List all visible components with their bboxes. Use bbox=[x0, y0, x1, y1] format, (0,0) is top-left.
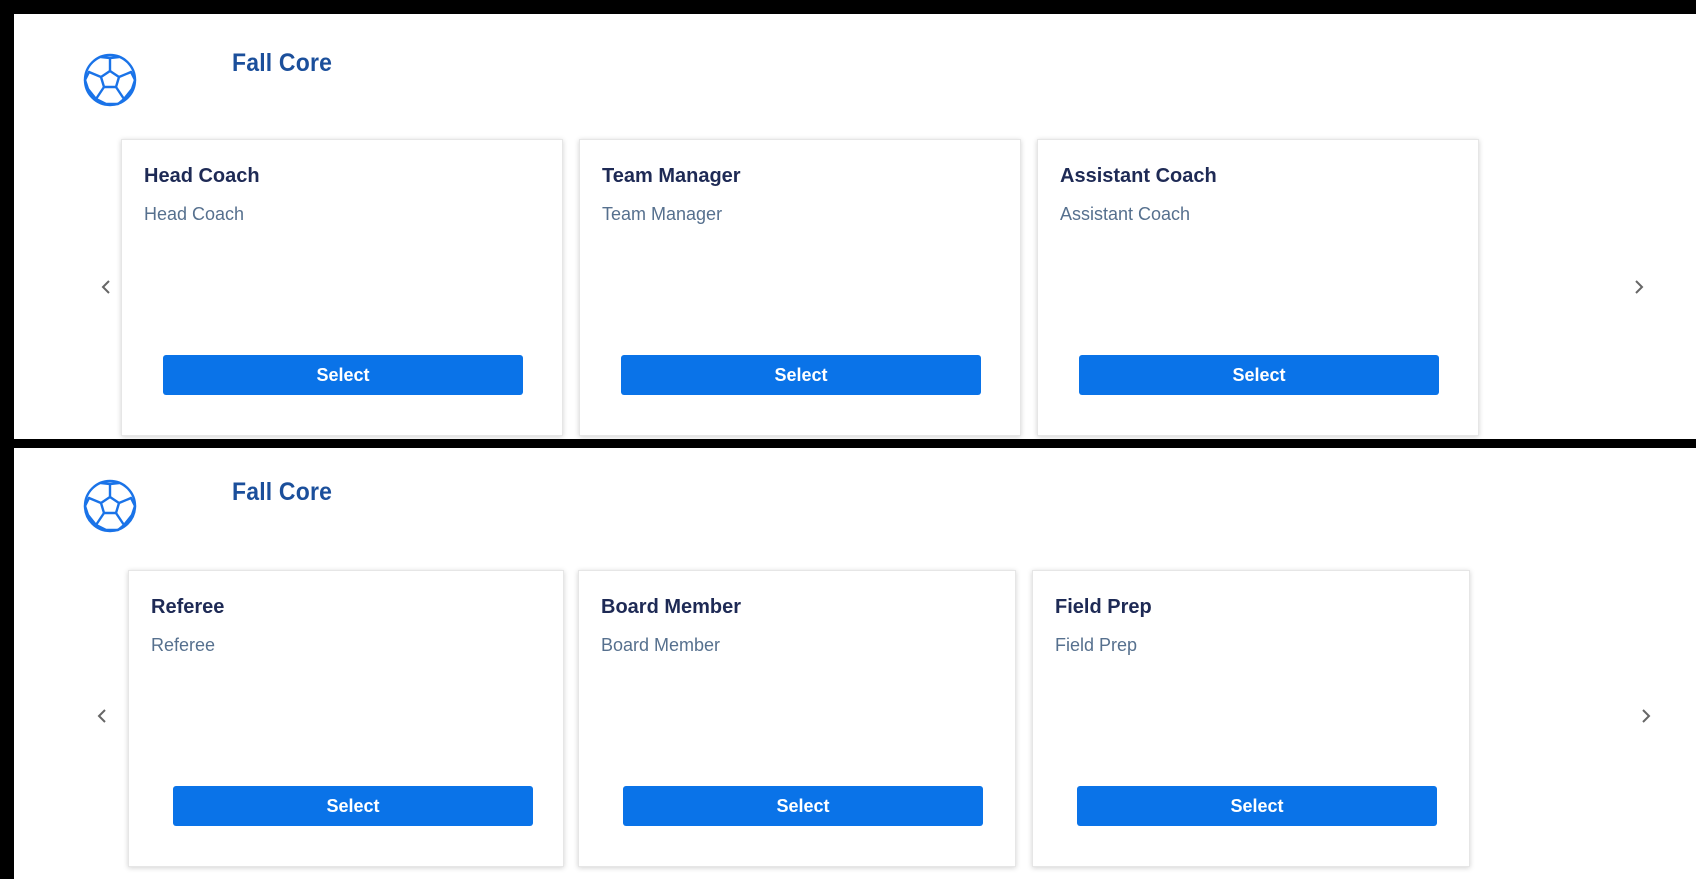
select-team-manager-button[interactable]: Select bbox=[621, 355, 981, 395]
select-field-prep-button[interactable]: Select bbox=[1077, 786, 1437, 826]
role-card-subtitle: Team Manager bbox=[602, 204, 723, 224]
carousel-next-button[interactable] bbox=[1624, 272, 1654, 302]
role-card-subtitle: Head Coach bbox=[144, 204, 245, 224]
role-card-subtitle: Referee bbox=[151, 635, 216, 655]
section-title: Fall Core bbox=[232, 49, 333, 77]
role-section-2: Fall Core Referee Referee Select Board M… bbox=[14, 448, 1696, 879]
role-card: Board Member Board Member Select bbox=[578, 570, 1016, 867]
role-card-title: Field Prep bbox=[1055, 596, 1152, 618]
role-card-title: Board Member bbox=[601, 596, 742, 618]
chevron-right-icon bbox=[1642, 709, 1651, 723]
role-card: Team Manager Team Manager Select bbox=[579, 139, 1021, 436]
soccer-ball-icon bbox=[82, 52, 138, 108]
select-assistant-coach-button[interactable]: Select bbox=[1079, 355, 1439, 395]
select-referee-button[interactable]: Select bbox=[173, 786, 533, 826]
carousel-prev-button[interactable] bbox=[91, 272, 121, 302]
role-card: Field Prep Field Prep Select bbox=[1032, 570, 1470, 867]
carousel-next-button[interactable] bbox=[1631, 701, 1661, 731]
role-card: Referee Referee Select bbox=[128, 570, 564, 867]
role-card-title: Assistant Coach bbox=[1060, 165, 1217, 187]
select-head-coach-button[interactable]: Select bbox=[163, 355, 523, 395]
carousel-prev-button[interactable] bbox=[87, 701, 117, 731]
section-title: Fall Core bbox=[232, 478, 333, 506]
role-card-title: Referee bbox=[151, 596, 225, 618]
role-card-subtitle: Assistant Coach bbox=[1060, 204, 1191, 224]
role-section-1: Fall Core Head Coach Head Coach Select T… bbox=[14, 14, 1696, 439]
role-card-subtitle: Field Prep bbox=[1055, 635, 1138, 655]
chevron-right-icon bbox=[1635, 280, 1644, 294]
role-card: Head Coach Head Coach Select bbox=[121, 139, 563, 436]
chevron-left-icon bbox=[97, 709, 106, 723]
soccer-ball-icon bbox=[82, 478, 138, 534]
select-board-member-button[interactable]: Select bbox=[623, 786, 983, 826]
role-card-title: Head Coach bbox=[144, 165, 260, 187]
role-card-subtitle: Board Member bbox=[601, 635, 721, 655]
role-card: Assistant Coach Assistant Coach Select bbox=[1037, 139, 1479, 436]
chevron-left-icon bbox=[101, 280, 110, 294]
role-card-title: Team Manager bbox=[602, 165, 741, 187]
